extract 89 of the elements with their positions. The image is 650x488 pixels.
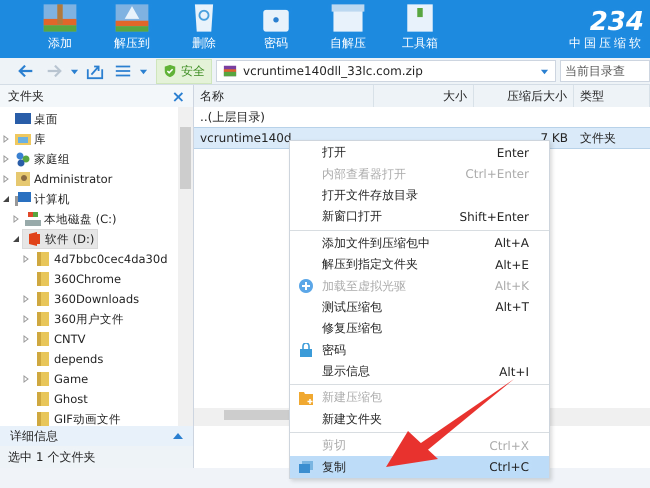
logo-slogan: 中国压缩软: [569, 35, 644, 52]
table-cell: 文件夹: [580, 130, 616, 144]
table-cell: vcruntime140d: [200, 131, 292, 145]
toolbar-button[interactable]: 密码: [246, 4, 306, 52]
menu-item[interactable]: 打开文件存放目录: [290, 184, 549, 206]
panel-title: 文件夹: [8, 88, 44, 104]
tree-item[interactable]: 软件 (D:): [22, 229, 98, 249]
menu-item[interactable]: 新窗口打开 Shift+Enter: [290, 206, 549, 228]
collapse-caret-icon[interactable]: [173, 433, 183, 439]
collapsed-arrow-icon[interactable]: [2, 155, 10, 163]
tree-item[interactable]: CNTV: [32, 330, 89, 348]
folder-icon: [35, 371, 51, 387]
tree-item[interactable]: 家庭组: [12, 150, 73, 168]
menu-item[interactable]: 密码: [290, 340, 549, 361]
menu-item[interactable]: 显示信息 Alt+I: [290, 360, 549, 382]
tree-item[interactable]: depends: [32, 350, 106, 368]
tree-item[interactable]: GIF动画文件: [32, 410, 124, 426]
caret-icon[interactable]: [139, 66, 148, 76]
path-field[interactable]: vcruntime140dll_33lc.com.zip: [216, 60, 556, 82]
search-field[interactable]: 当前目录查: [560, 60, 650, 82]
folder-icon: [35, 391, 51, 407]
scrollbar[interactable]: [178, 107, 193, 426]
copy-icon: [299, 460, 313, 474]
logo-text: 234: [590, 9, 644, 35]
collapsed-arrow-icon[interactable]: [22, 255, 30, 263]
column-header[interactable]: 大小: [374, 85, 474, 107]
folder-icon: [35, 271, 51, 287]
padlock-icon: [299, 343, 313, 358]
tree-item[interactable]: 计算机: [12, 190, 73, 208]
shield-icon: [163, 64, 177, 78]
homegroup-icon: [15, 151, 31, 167]
tree-item[interactable]: Game: [32, 370, 92, 388]
new-folder-icon: [299, 390, 313, 405]
drive-icon: [25, 211, 41, 227]
library-icon: [15, 131, 31, 147]
menu-item[interactable]: 修复压缩包: [290, 318, 549, 340]
collapsed-arrow-icon[interactable]: [22, 295, 30, 303]
column-header[interactable]: 类型: [574, 85, 650, 107]
table-row[interactable]: ..(上层目录): [194, 107, 650, 127]
collapsed-arrow-icon[interactable]: [22, 335, 30, 343]
back-arrow-icon[interactable]: [17, 62, 35, 80]
collapsed-arrow-icon[interactable]: [22, 315, 30, 323]
folder-icon: [35, 251, 51, 267]
toolbar-button[interactable]: 工具箱: [390, 4, 450, 52]
safety-label: 安全: [181, 62, 205, 80]
tree-item[interactable]: 360Chrome: [32, 270, 124, 288]
toolbar-button[interactable]: 添加: [30, 4, 90, 52]
folder-icon: [35, 411, 51, 426]
archive-icon: [223, 64, 237, 78]
tree-item[interactable]: Ghost: [32, 390, 91, 408]
collapsed-arrow-icon[interactable]: [2, 175, 10, 183]
office-icon: [26, 231, 42, 247]
caret-icon[interactable]: [70, 66, 79, 76]
folder-icon: [35, 291, 51, 307]
computer-icon: [15, 191, 31, 207]
plus-icon: [299, 279, 313, 294]
status-bar: 选中 1 个文件夹: [0, 446, 193, 468]
dropdown-caret-icon[interactable]: [540, 66, 549, 76]
folder-icon: [35, 311, 51, 327]
menu-item[interactable]: 解压到指定文件夹 Alt+E: [290, 254, 549, 276]
tree-item[interactable]: 4d7bbc0cec4da30d: [32, 250, 170, 268]
column-header[interactable]: 压缩后大小: [474, 85, 574, 107]
menu-item[interactable]: 测试压缩包 Alt+T: [290, 296, 549, 318]
folder-icon: [35, 351, 51, 367]
menu-item[interactable]: 新建文件夹: [290, 408, 549, 430]
toolbar-button[interactable]: 删除: [174, 4, 234, 52]
monitor-icon: [15, 111, 31, 127]
expanded-arrow-icon[interactable]: [12, 235, 20, 243]
expanded-arrow-icon[interactable]: [2, 195, 10, 203]
menu-item[interactable]: 添加文件到压缩包中 Alt+A: [290, 232, 549, 254]
tree-item[interactable]: 360用户文件: [32, 310, 127, 328]
toolbar-button[interactable]: 解压到: [102, 4, 162, 52]
user-folder-icon: [15, 171, 31, 187]
column-header[interactable]: 名称: [194, 85, 374, 107]
tree-item[interactable]: 本地磁盘 (C:): [22, 210, 120, 228]
tree-item[interactable]: 360Downloads: [32, 290, 142, 308]
tree-item[interactable]: 桌面: [12, 110, 61, 128]
table-cell: ..(上层目录): [200, 110, 265, 124]
close-button[interactable]: ×: [172, 86, 185, 106]
forward-arrow-icon[interactable]: [45, 62, 63, 80]
collapsed-arrow-icon[interactable]: [2, 135, 10, 143]
folder-icon: [35, 331, 51, 347]
tree-item[interactable]: 库: [12, 130, 49, 148]
details-label: 详细信息: [10, 428, 58, 444]
collapsed-arrow-icon[interactable]: [12, 215, 20, 223]
tree-item[interactable]: Administrator: [12, 170, 116, 188]
toolbar-button[interactable]: 自解压: [318, 4, 378, 52]
collapsed-arrow-icon[interactable]: [22, 375, 30, 383]
menu-item[interactable]: 复制 Ctrl+C: [290, 456, 549, 478]
